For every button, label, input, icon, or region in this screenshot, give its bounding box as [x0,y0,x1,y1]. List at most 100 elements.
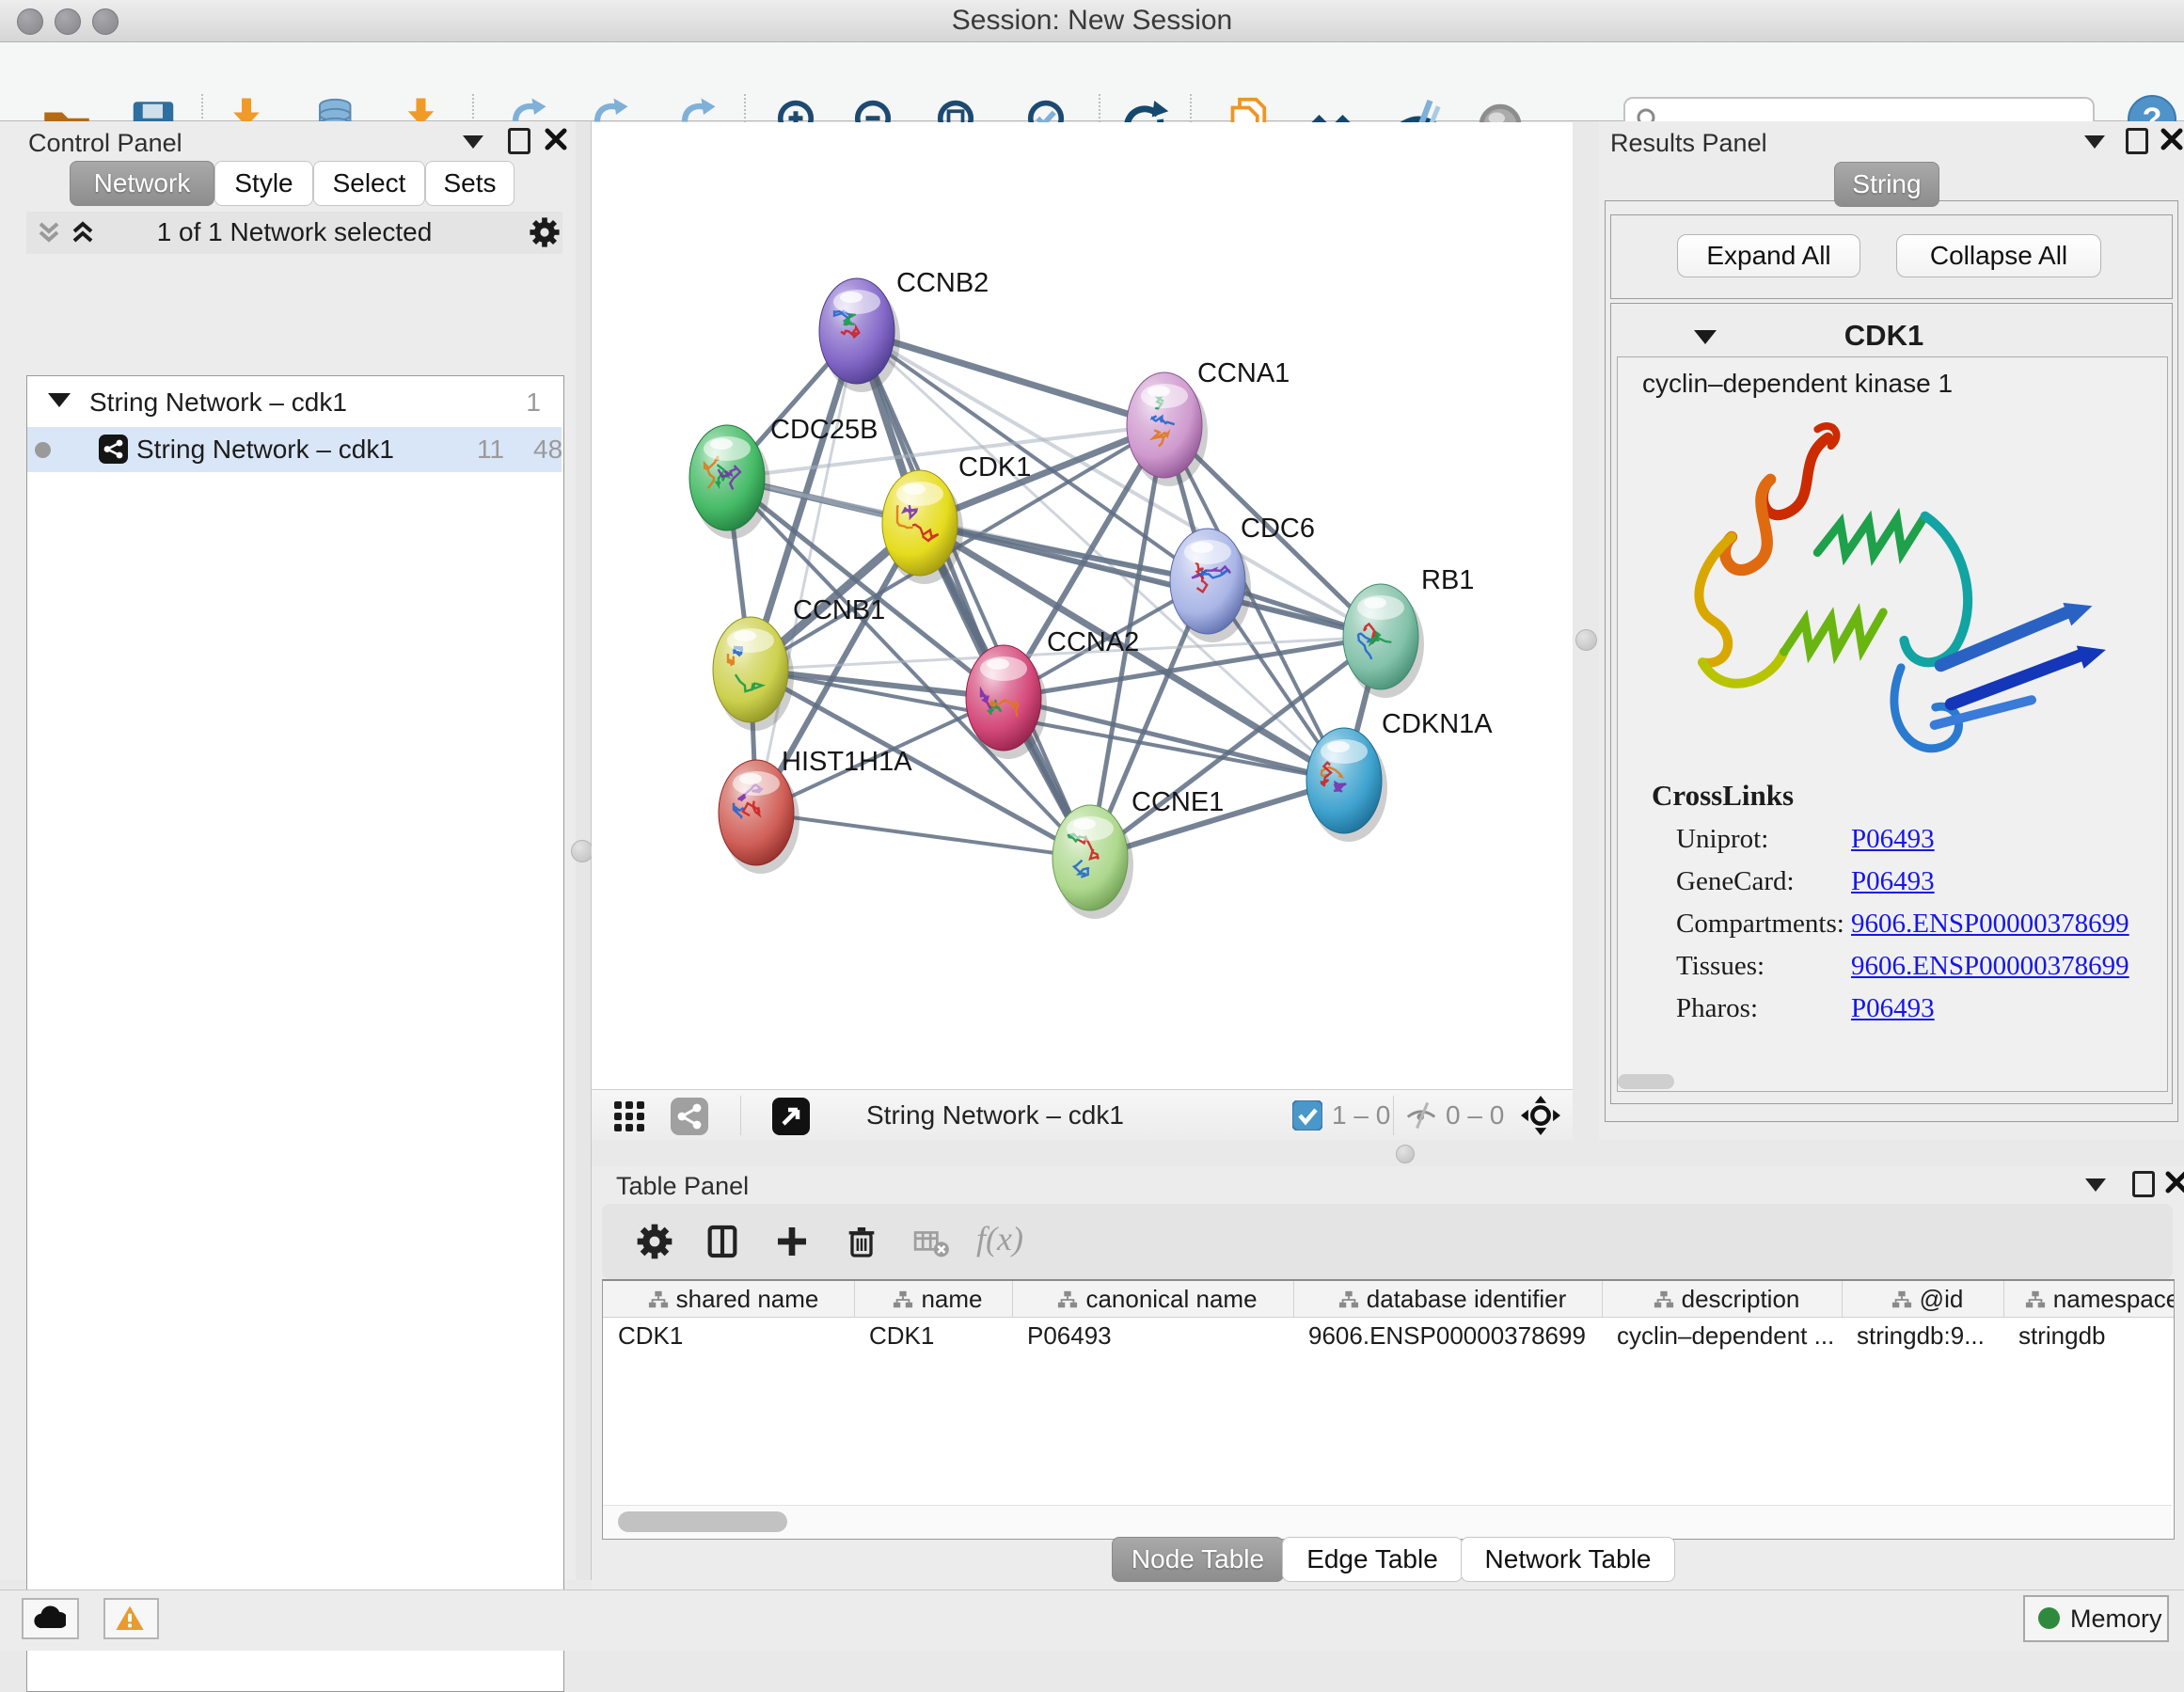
tab-network-table[interactable]: Network Table [1461,1537,1675,1582]
grid-view-icon[interactable] [612,1099,646,1133]
column-header-label: shared name [676,1285,819,1313]
network-node-ccne1[interactable] [1052,805,1133,919]
column-header-label: database identifier [1367,1285,1566,1313]
network-type-icon [99,435,128,464]
left-splitter-grip[interactable] [571,840,593,862]
node-label-ccnb1: CCNB1 [793,595,885,625]
network-node-hist1h1a[interactable] [719,760,799,874]
network-row-selected[interactable]: String Network – cdk1 11 48 [27,427,562,472]
panel-collapse-icon[interactable] [2085,1178,2106,1192]
network-node-cdc6[interactable] [1170,529,1251,642]
crosslink-compartments-link[interactable]: 9606.ENSP00000378699 [1851,909,2129,940]
cloud-icon [34,1605,66,1630]
delete-table-icon [912,1228,952,1260]
crosslinks-heading: CrossLinks [1652,779,1794,813]
collection-label: String Network – cdk1 [89,387,347,418]
warnings-button[interactable] [103,1598,159,1639]
tab-select[interactable]: Select [313,161,425,206]
panel-close-icon[interactable] [544,127,568,151]
left-splitter[interactable] [576,121,592,1580]
network-canvas[interactable]: CCNB2CCNA1CDC25BCDK1CDC6RB1CCNB1CCNA2CDK… [592,122,1573,1089]
network-share-icon[interactable] [671,1098,708,1135]
protein-description: cyclin–dependent kinase 1 [1642,369,1953,399]
node-label-rb1: RB1 [1421,565,1474,595]
column-type-icon [1891,1289,1912,1310]
table-hscrollbar-track[interactable] [603,1505,2172,1539]
panel-float-icon[interactable] [508,128,530,154]
column-header[interactable]: description [1615,1281,1838,1317]
column-type-icon [2025,1289,2046,1310]
column-header[interactable]: name [867,1281,1008,1317]
network-graph[interactable]: CCNB2CCNA1CDC25BCDK1CDC6RB1CCNB1CCNA2CDK… [592,122,1573,1089]
tab-string[interactable]: String [1834,162,1939,207]
collection-row[interactable]: String Network – cdk1 1 [27,378,562,427]
crosslink-tissues-link[interactable]: 9606.ENSP00000378699 [1851,951,2129,982]
network-node-ccnb2[interactable] [819,278,900,392]
table-cell[interactable]: 9606.ENSP00000378699 [1308,1318,1598,1353]
fit-crosshair-icon[interactable] [1521,1096,1560,1135]
memory-button[interactable]: Memory [2023,1595,2169,1642]
column-header[interactable]: database identifier [1306,1281,1598,1317]
column-header[interactable]: @id [1855,1281,2000,1317]
node-label-ccna1: CCNA1 [1197,358,1290,388]
delete-column-trash-icon[interactable] [843,1223,880,1260]
table-cell[interactable]: P06493 [1027,1318,1290,1353]
table-cell[interactable]: stringdb:9... [1857,1318,2000,1353]
right-splitter[interactable] [1573,121,1599,1140]
table-cell[interactable]: CDK1 [869,1318,1008,1353]
tab-style[interactable]: Style [214,161,313,206]
tab-sets[interactable]: Sets [425,161,514,206]
collection-expander-icon[interactable] [48,393,71,407]
window-title: Session: New Session [0,0,2184,41]
panel-collapse-icon[interactable] [2084,135,2105,149]
show-columns-icon[interactable] [704,1223,741,1260]
column-header-label: @id [1920,1285,1964,1313]
table-row[interactable]: CDK1 CDK1 P06493 9606.ENSP00000378699 cyclin… [603,1318,2174,1353]
tree-options-gear-icon[interactable] [529,216,561,248]
collapse-all-button[interactable]: Collapse All [1896,234,2101,277]
column-header[interactable]: shared name [616,1281,850,1317]
column-header[interactable]: canonical name [1025,1281,1290,1317]
network-node-ccnb1[interactable] [713,617,794,731]
protein-expander-icon[interactable] [1694,330,1717,344]
automation-status-button[interactable] [22,1598,79,1639]
table-cell[interactable]: CDK1 [618,1318,850,1353]
column-type-icon [1654,1289,1674,1310]
panel-close-icon[interactable] [2160,127,2184,151]
tab-edge-table[interactable]: Edge Table [1282,1537,1463,1582]
crosslink-pharos-link[interactable]: P06493 [1851,993,1935,1024]
birdseye-view-icon[interactable] [772,1098,810,1135]
results-hscrollbar-thumb[interactable] [1618,1074,1674,1089]
network-node-cdkn1a[interactable] [1306,728,1387,842]
panel-float-icon[interactable] [2126,128,2148,154]
column-header-label: description [1682,1285,1800,1313]
right-splitter-grip[interactable] [1575,629,1597,651]
table-cell[interactable]: cyclin–dependent ... [1617,1318,1838,1353]
horizontal-splitter[interactable] [592,1140,2184,1166]
crosslink-uniprot-link[interactable]: P06493 [1851,824,1935,855]
panel-close-icon[interactable] [2164,1170,2184,1194]
panel-float-icon[interactable] [2132,1171,2155,1197]
table-options-gear-icon[interactable] [636,1223,673,1260]
network-node-count: 11 [477,435,504,465]
create-column-plus-icon[interactable] [773,1223,811,1260]
expand-all-button[interactable]: Expand All [1677,234,1860,277]
node-label-ccne1: CCNE1 [1132,787,1224,817]
hidden-counts: 0 – 0 [1446,1100,1504,1131]
hidden-eye-slash-icon[interactable] [1404,1100,1438,1131]
control-panel-title: Control Panel [28,129,182,158]
tab-node-table[interactable]: Node Table [1112,1537,1284,1582]
panel-collapse-icon[interactable] [463,135,483,149]
memory-status-dot-icon [2038,1607,2060,1629]
column-header[interactable]: namespace [2017,1281,2175,1317]
table-cell[interactable]: stringdb [2018,1318,2175,1353]
network-view-title: String Network – cdk1 [866,1100,1124,1131]
tab-network[interactable]: Network [70,161,214,206]
horizontal-splitter-grip[interactable] [1396,1145,1415,1163]
table-hscrollbar-thumb[interactable] [618,1511,787,1532]
function-builder-icon: f(x) [976,1219,1023,1258]
selected-checkbox-icon[interactable] [1292,1100,1322,1131]
node-table[interactable]: shared name name canonical name database id… [602,1279,2175,1540]
crosslink-genecard-link[interactable]: P06493 [1851,866,1935,897]
network-node-rb1[interactable] [1343,584,1424,698]
